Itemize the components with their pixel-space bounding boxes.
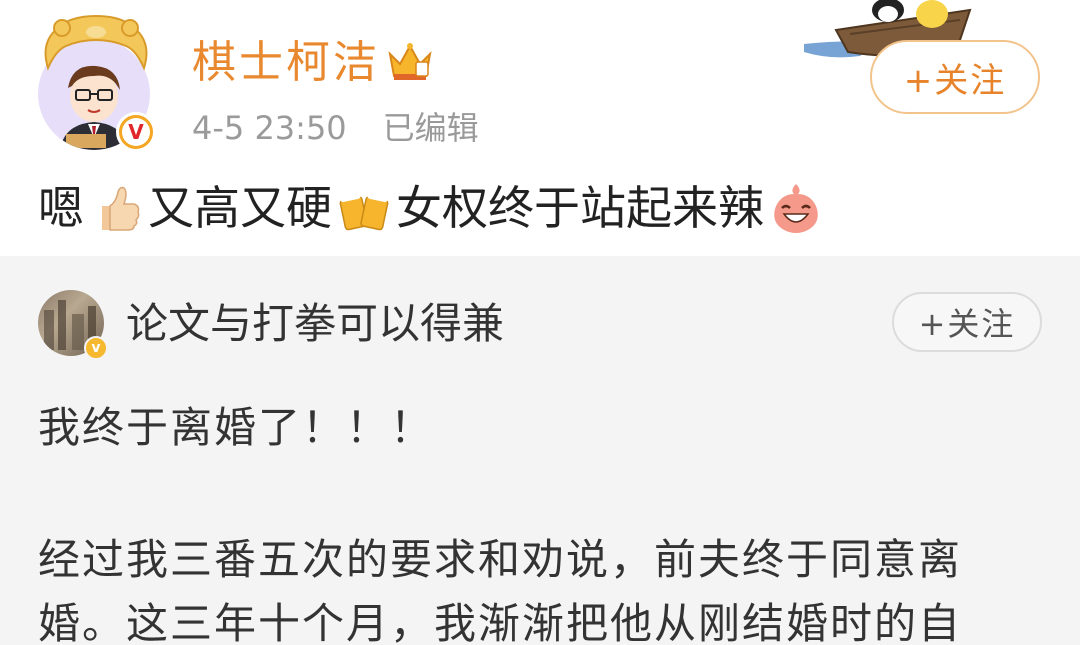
edited-label[interactable]: 已编辑 bbox=[383, 109, 479, 147]
post-text: 嗯 又高又硬 女权终于站起来辣 bbox=[38, 178, 828, 238]
repost-follow-button[interactable]: +关注 bbox=[892, 292, 1042, 352]
username[interactable]: 棋士柯洁 bbox=[192, 36, 380, 90]
beer-cheers-icon bbox=[339, 191, 389, 231]
repost-text-line-2: 经过我三番五次的要求和劝说，前夫终于同意离 bbox=[38, 535, 963, 584]
verified-badge-icon: V bbox=[116, 112, 156, 152]
post-meta: 4-5 23:50 已编辑 bbox=[192, 108, 479, 148]
post-text-part1: 嗯 bbox=[38, 181, 84, 235]
repost-text-line-1: 我终于离婚了！！！ bbox=[38, 403, 435, 452]
repost-verified-icon: v bbox=[84, 336, 108, 360]
lion-hood-icon bbox=[44, 14, 148, 71]
repost-card[interactable]: v 论文与打拳可以得兼 +关注 我终于离婚了！！！ 经过我三番五次的要求和劝说，… bbox=[0, 256, 1080, 645]
crown-vip-icon[interactable] bbox=[386, 40, 434, 84]
weibo-post-screen: V 棋士柯洁 4-5 23:50 已编辑 +关注 嗯 又高又硬 女权终于站起来辣… bbox=[0, 0, 1080, 645]
avatar[interactable]: V bbox=[38, 12, 156, 152]
laughing-face-icon bbox=[774, 184, 818, 233]
repost-text-line-3: 婚。这三年十个月，我渐渐把他从刚结婚时的自 bbox=[38, 599, 963, 645]
post-text-part2: 又高又硬 bbox=[148, 181, 332, 235]
follow-button[interactable]: +关注 bbox=[870, 40, 1040, 114]
repost-username[interactable]: 论文与打拳可以得兼 bbox=[126, 298, 504, 350]
post-text-part3: 女权终于站起来辣 bbox=[396, 181, 764, 235]
original-post: V 棋士柯洁 4-5 23:50 已编辑 +关注 嗯 又高又硬 女权终于站起来辣 bbox=[0, 0, 1080, 256]
post-time: 4-5 23:50 bbox=[192, 109, 347, 147]
thumbs-up-icon bbox=[102, 186, 140, 231]
